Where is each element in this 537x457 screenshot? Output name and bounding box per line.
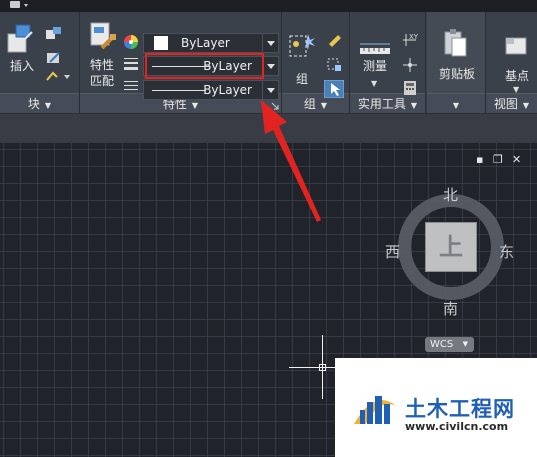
wcs-menu[interactable]: WCS ▼ xyxy=(425,337,474,352)
compass-north[interactable]: 北 xyxy=(443,184,458,205)
quick-access-dropdown-icon[interactable] xyxy=(6,0,34,11)
restore-icon[interactable]: ❐ xyxy=(493,153,503,166)
watermark-url: www.civilcn.com xyxy=(405,420,509,433)
color-value: ByLayer xyxy=(181,36,230,50)
measure-dropdown-icon[interactable]: ▼ xyxy=(371,79,377,88)
chevron-down-icon: ▼ xyxy=(44,101,52,110)
block-panel: 插入 块 ▼ xyxy=(0,12,80,113)
watermark-logo xyxy=(354,396,396,424)
match-properties-label-1[interactable]: 特性 xyxy=(88,58,116,73)
watermark-title: 土木工程网 xyxy=(405,397,515,421)
linetype-highlight-box xyxy=(145,53,264,79)
group-icon[interactable] xyxy=(288,32,316,64)
group-label[interactable]: 组 xyxy=(290,72,314,87)
utilities-panel-title-text: 实用工具 xyxy=(357,97,406,111)
close-icon[interactable]: ✕ xyxy=(512,153,521,166)
base-view-icon[interactable] xyxy=(504,32,530,58)
create-block-icon[interactable] xyxy=(45,26,63,42)
calculator-icon[interactable] xyxy=(403,80,417,96)
block-panel-title-text: 块 xyxy=(27,97,40,111)
view-panel-title-text: 视图 xyxy=(493,97,518,111)
utilities-panel-title[interactable]: 实用工具 ▼ xyxy=(350,93,425,113)
chevron-down-icon: ▼ xyxy=(410,101,418,110)
clipboard-icon[interactable] xyxy=(443,28,469,60)
base-view-label[interactable]: 基点 xyxy=(501,69,533,84)
point-style-icon[interactable] xyxy=(402,57,418,73)
measure-icon[interactable] xyxy=(359,40,391,60)
list-icon[interactable] xyxy=(123,78,139,94)
compass-east[interactable]: 东 xyxy=(499,241,514,262)
crosshair-pickbox xyxy=(319,364,326,371)
block-attributes-icon[interactable] xyxy=(45,70,73,84)
insert-label[interactable]: 插入 xyxy=(4,59,40,74)
chevron-down-icon: ▼ xyxy=(522,101,530,110)
chevron-down-icon: ▼ xyxy=(462,340,468,348)
insert-block-icon[interactable] xyxy=(6,22,38,56)
lineweight-preview xyxy=(152,90,206,91)
chevron-down-icon: ▼ xyxy=(191,101,199,110)
svg-text:XY: XY xyxy=(409,33,418,41)
clipboard-label[interactable]: 剪贴板 xyxy=(435,67,479,82)
color-wheel-icon[interactable] xyxy=(123,34,139,50)
match-properties-icon[interactable] xyxy=(88,20,118,54)
annotation-arrow xyxy=(261,100,321,222)
color-dropdown[interactable]: ByLayer xyxy=(143,33,279,53)
measure-label[interactable]: 测量 xyxy=(359,59,391,74)
viewcube-top-face[interactable]: 上 xyxy=(425,222,477,272)
group-select-icon[interactable] xyxy=(324,80,344,98)
quick-access-bar xyxy=(0,0,537,12)
color-swatch xyxy=(154,36,168,50)
block-panel-title[interactable]: 块 ▼ xyxy=(0,93,79,113)
minimize-icon[interactable]: ▪ xyxy=(476,153,483,166)
edit-block-icon[interactable] xyxy=(45,50,63,66)
lineweight-value: ByLayer xyxy=(203,83,252,97)
compass-west[interactable]: 西 xyxy=(385,241,400,262)
group-edit-icon[interactable] xyxy=(326,57,344,73)
compass-south[interactable]: 南 xyxy=(443,298,458,319)
clipboard-panel-title[interactable]: ▼ xyxy=(427,93,485,113)
chevron-down-icon[interactable] xyxy=(262,57,278,75)
chevron-down-icon: ▼ xyxy=(452,101,460,110)
wcs-label: WCS xyxy=(430,339,454,350)
view-panel-title[interactable]: 视图 ▼ xyxy=(486,93,537,113)
coordinate-icon[interactable]: XY xyxy=(402,32,418,48)
base-view-dropdown-icon[interactable]: ▼ xyxy=(513,85,519,94)
lineweight-icon[interactable] xyxy=(123,56,139,72)
ungroup-icon[interactable] xyxy=(326,32,344,48)
chevron-down-icon[interactable] xyxy=(262,34,278,52)
match-properties-label-2[interactable]: 匹配 xyxy=(88,74,116,89)
view-panel: 视图 ▼ xyxy=(486,12,537,113)
